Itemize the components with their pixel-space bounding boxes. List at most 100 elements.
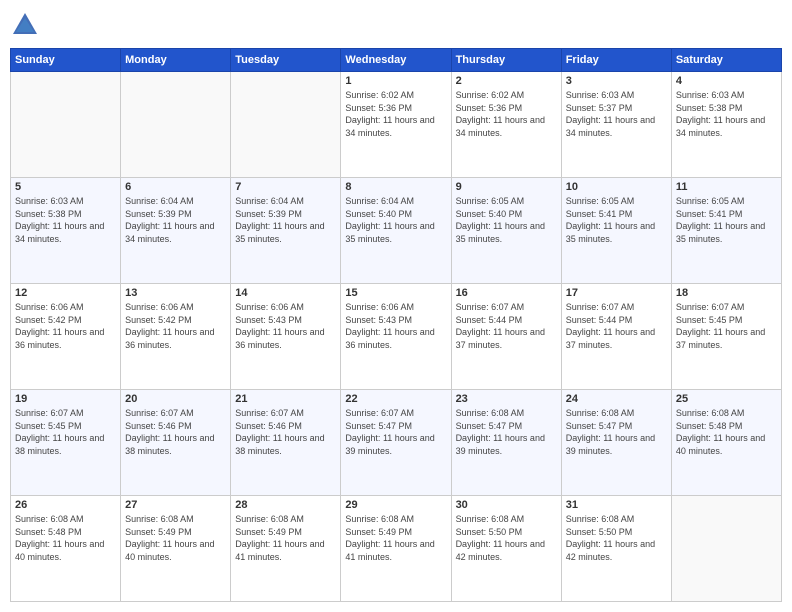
calendar-cell: 28 Sunrise: 6:08 AMSunset: 5:49 PMDayligh…	[231, 496, 341, 602]
page: SundayMondayTuesdayWednesdayThursdayFrid…	[0, 0, 792, 612]
calendar-cell: 15 Sunrise: 6:06 AMSunset: 5:43 PMDayligh…	[341, 284, 451, 390]
day-info: Sunrise: 6:03 AMSunset: 5:38 PMDaylight:…	[15, 195, 116, 245]
day-info: Sunrise: 6:07 AMSunset: 5:44 PMDaylight:…	[566, 301, 667, 351]
day-number: 9	[456, 181, 557, 193]
day-number: 11	[676, 181, 777, 193]
day-number: 6	[125, 181, 226, 193]
logo-icon	[10, 10, 40, 40]
logo	[10, 10, 44, 40]
calendar-cell: 16 Sunrise: 6:07 AMSunset: 5:44 PMDayligh…	[451, 284, 561, 390]
day-info: Sunrise: 6:08 AMSunset: 5:49 PMDaylight:…	[345, 513, 446, 563]
calendar-cell: 4 Sunrise: 6:03 AMSunset: 5:38 PMDaylight…	[671, 72, 781, 178]
calendar-cell: 20 Sunrise: 6:07 AMSunset: 5:46 PMDayligh…	[121, 390, 231, 496]
day-number: 31	[566, 499, 667, 511]
calendar-table: SundayMondayTuesdayWednesdayThursdayFrid…	[10, 48, 782, 602]
calendar-cell: 7 Sunrise: 6:04 AMSunset: 5:39 PMDaylight…	[231, 178, 341, 284]
day-info: Sunrise: 6:05 AMSunset: 5:40 PMDaylight:…	[456, 195, 557, 245]
day-info: Sunrise: 6:08 AMSunset: 5:50 PMDaylight:…	[456, 513, 557, 563]
day-info: Sunrise: 6:02 AMSunset: 5:36 PMDaylight:…	[456, 89, 557, 139]
day-number: 1	[345, 75, 446, 87]
day-number: 10	[566, 181, 667, 193]
header	[10, 10, 782, 40]
weekday-header: Saturday	[671, 49, 781, 72]
calendar-cell: 12 Sunrise: 6:06 AMSunset: 5:42 PMDayligh…	[11, 284, 121, 390]
calendar-cell: 22 Sunrise: 6:07 AMSunset: 5:47 PMDayligh…	[341, 390, 451, 496]
day-info: Sunrise: 6:05 AMSunset: 5:41 PMDaylight:…	[566, 195, 667, 245]
calendar-cell: 26 Sunrise: 6:08 AMSunset: 5:48 PMDayligh…	[11, 496, 121, 602]
day-info: Sunrise: 6:08 AMSunset: 5:49 PMDaylight:…	[125, 513, 226, 563]
day-info: Sunrise: 6:07 AMSunset: 5:45 PMDaylight:…	[676, 301, 777, 351]
calendar-cell: 8Sunrise: 6:04 AMSunset: 5:40 PMDaylight…	[341, 178, 451, 284]
calendar-cell: 13 Sunrise: 6:06 AMSunset: 5:42 PMDayligh…	[121, 284, 231, 390]
day-info: Sunrise: 6:04 AMSunset: 5:39 PMDaylight:…	[125, 195, 226, 245]
calendar-cell: 21 Sunrise: 6:07 AMSunset: 5:46 PMDayligh…	[231, 390, 341, 496]
day-number: 15	[345, 287, 446, 299]
day-number: 23	[456, 393, 557, 405]
calendar-cell: 18Sunrise: 6:07 AMSunset: 5:45 PMDayligh…	[671, 284, 781, 390]
day-number: 13	[125, 287, 226, 299]
day-info: Sunrise: 6:06 AMSunset: 5:42 PMDaylight:…	[125, 301, 226, 351]
day-number: 25	[676, 393, 777, 405]
day-info: Sunrise: 6:07 AMSunset: 5:46 PMDaylight:…	[235, 407, 336, 457]
day-number: 20	[125, 393, 226, 405]
calendar-cell: 17 Sunrise: 6:07 AMSunset: 5:44 PMDayligh…	[561, 284, 671, 390]
day-info: Sunrise: 6:03 AMSunset: 5:38 PMDaylight:…	[676, 89, 777, 139]
day-info: Sunrise: 6:06 AMSunset: 5:43 PMDaylight:…	[345, 301, 446, 351]
day-info: Sunrise: 6:08 AMSunset: 5:48 PMDaylight:…	[15, 513, 116, 563]
calendar-cell: 14 Sunrise: 6:06 AMSunset: 5:43 PMDayligh…	[231, 284, 341, 390]
day-info: Sunrise: 6:04 AMSunset: 5:39 PMDaylight:…	[235, 195, 336, 245]
day-number: 14	[235, 287, 336, 299]
weekday-header: Tuesday	[231, 49, 341, 72]
calendar-cell	[231, 72, 341, 178]
weekday-header-row: SundayMondayTuesdayWednesdayThursdayFrid…	[11, 49, 782, 72]
day-number: 26	[15, 499, 116, 511]
day-info: Sunrise: 6:08 AMSunset: 5:47 PMDaylight:…	[456, 407, 557, 457]
day-info: Sunrise: 6:07 AMSunset: 5:44 PMDaylight:…	[456, 301, 557, 351]
day-info: Sunrise: 6:08 AMSunset: 5:50 PMDaylight:…	[566, 513, 667, 563]
day-number: 16	[456, 287, 557, 299]
calendar-cell: 3Sunrise: 6:03 AMSunset: 5:37 PMDaylight…	[561, 72, 671, 178]
day-number: 17	[566, 287, 667, 299]
calendar-cell: 5 Sunrise: 6:03 AMSunset: 5:38 PMDaylight…	[11, 178, 121, 284]
day-info: Sunrise: 6:02 AMSunset: 5:36 PMDaylight:…	[345, 89, 446, 139]
calendar-cell: 19 Sunrise: 6:07 AMSunset: 5:45 PMDayligh…	[11, 390, 121, 496]
weekday-header: Thursday	[451, 49, 561, 72]
day-info: Sunrise: 6:06 AMSunset: 5:43 PMDaylight:…	[235, 301, 336, 351]
day-number: 7	[235, 181, 336, 193]
weekday-header: Sunday	[11, 49, 121, 72]
weekday-header: Monday	[121, 49, 231, 72]
day-number: 24	[566, 393, 667, 405]
day-info: Sunrise: 6:07 AMSunset: 5:47 PMDaylight:…	[345, 407, 446, 457]
day-number: 28	[235, 499, 336, 511]
day-info: Sunrise: 6:07 AMSunset: 5:46 PMDaylight:…	[125, 407, 226, 457]
day-number: 12	[15, 287, 116, 299]
day-number: 8	[345, 181, 446, 193]
calendar-cell	[671, 496, 781, 602]
day-number: 4	[676, 75, 777, 87]
day-number: 21	[235, 393, 336, 405]
day-info: Sunrise: 6:08 AMSunset: 5:48 PMDaylight:…	[676, 407, 777, 457]
calendar-cell: 11Sunrise: 6:05 AMSunset: 5:41 PMDayligh…	[671, 178, 781, 284]
day-number: 27	[125, 499, 226, 511]
calendar-cell: 6 Sunrise: 6:04 AMSunset: 5:39 PMDaylight…	[121, 178, 231, 284]
weekday-header: Wednesday	[341, 49, 451, 72]
day-info: Sunrise: 6:07 AMSunset: 5:45 PMDaylight:…	[15, 407, 116, 457]
calendar-week-row: 26 Sunrise: 6:08 AMSunset: 5:48 PMDayligh…	[11, 496, 782, 602]
day-number: 5	[15, 181, 116, 193]
calendar-cell: 30Sunrise: 6:08 AMSunset: 5:50 PMDayligh…	[451, 496, 561, 602]
weekday-header: Friday	[561, 49, 671, 72]
day-number: 22	[345, 393, 446, 405]
calendar-week-row: 1 Sunrise: 6:02 AMSunset: 5:36 PMDaylight…	[11, 72, 782, 178]
calendar-cell: 27 Sunrise: 6:08 AMSunset: 5:49 PMDayligh…	[121, 496, 231, 602]
calendar-cell: 10 Sunrise: 6:05 AMSunset: 5:41 PMDayligh…	[561, 178, 671, 284]
calendar-week-row: 12 Sunrise: 6:06 AMSunset: 5:42 PMDayligh…	[11, 284, 782, 390]
calendar-cell: 24Sunrise: 6:08 AMSunset: 5:47 PMDayligh…	[561, 390, 671, 496]
calendar-cell: 23 Sunrise: 6:08 AMSunset: 5:47 PMDayligh…	[451, 390, 561, 496]
calendar-week-row: 19 Sunrise: 6:07 AMSunset: 5:45 PMDayligh…	[11, 390, 782, 496]
day-info: Sunrise: 6:06 AMSunset: 5:42 PMDaylight:…	[15, 301, 116, 351]
calendar-cell	[121, 72, 231, 178]
day-info: Sunrise: 6:08 AMSunset: 5:49 PMDaylight:…	[235, 513, 336, 563]
calendar-cell: 9 Sunrise: 6:05 AMSunset: 5:40 PMDaylight…	[451, 178, 561, 284]
day-number: 29	[345, 499, 446, 511]
day-number: 19	[15, 393, 116, 405]
